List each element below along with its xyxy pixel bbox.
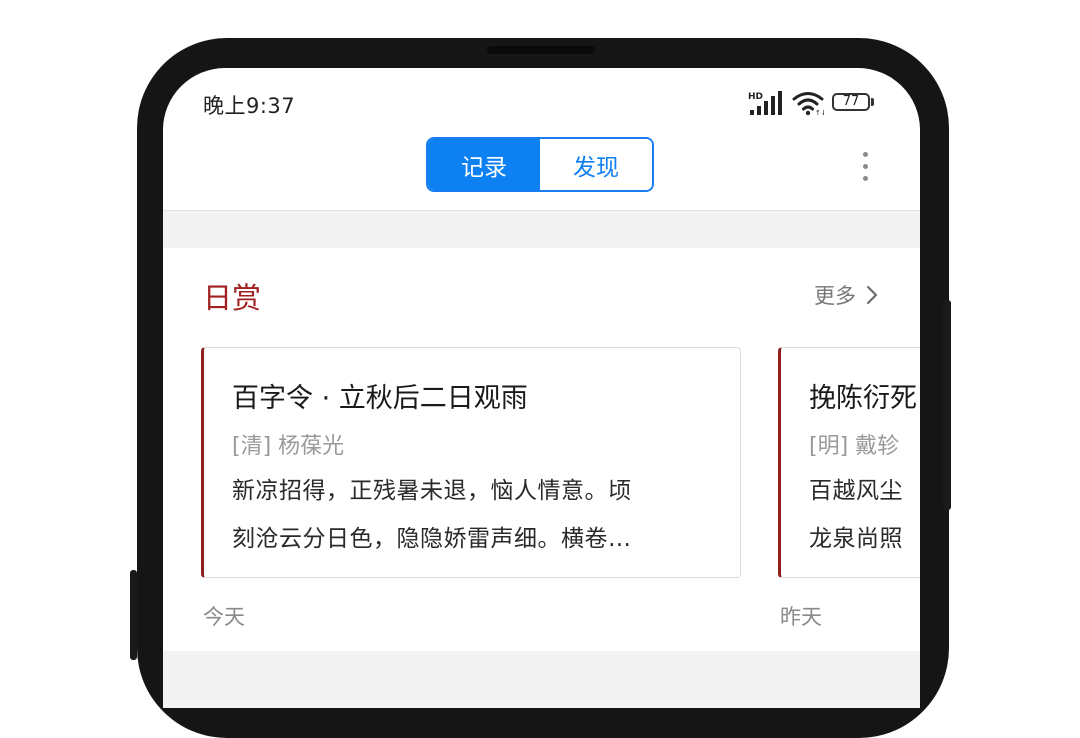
section-separator — [163, 211, 920, 248]
more-link[interactable]: 更多 — [814, 280, 878, 310]
poem-excerpt-line: 新凉招得，正残暑未退，恼人情意。顷 — [232, 478, 632, 504]
poem-excerpt-line: 百越风尘 — [809, 478, 903, 504]
view-switcher: 记录 发现 — [426, 137, 654, 192]
poem-card[interactable]: 百字令 · 立秋后二日观雨 [清] 杨葆光 新凉招得，正残暑未退，恼人情意。顷 … — [201, 347, 741, 578]
poem-card[interactable]: 挽陈衍死 [明] 戴轸 百越风尘 龙泉尚照 — [778, 347, 920, 578]
battery-icon: 77 — [832, 93, 876, 113]
poem-excerpt-line: 龙泉尚照 — [809, 526, 903, 552]
poem-author: [清] 杨葆光 — [232, 434, 345, 459]
poem-title: 百字令 · 立秋后二日观雨 — [232, 383, 528, 414]
battery-level: 77 — [832, 93, 870, 111]
more-label: 更多 — [814, 284, 856, 308]
card-date-label: 昨天 — [780, 605, 822, 629]
section-separator — [163, 651, 920, 708]
phone-notch — [487, 46, 595, 54]
poem-title: 挽陈衍死 — [809, 383, 917, 414]
tab-records[interactable]: 记录 — [428, 139, 540, 190]
more-vertical-icon[interactable] — [855, 150, 875, 184]
status-time: 晚上9:37 — [203, 94, 296, 118]
phone-side-button — [130, 570, 137, 660]
hd-badge: HD — [748, 92, 763, 102]
card-date-label: 今天 — [203, 605, 245, 629]
signal-icon: HD — [748, 91, 782, 115]
chevron-right-icon — [867, 286, 877, 304]
svg-text:↑↓: ↑↓ — [815, 109, 824, 116]
wifi-icon: ↑↓ — [792, 92, 824, 116]
poem-author: [明] 戴轸 — [809, 434, 900, 459]
app-screen: 晚上9:37 HD ↑↓ 77 记录 发现 日赏 更多 百字令 · 立秋后二日观… — [163, 68, 920, 708]
poem-excerpt-line: 刻沧云分日色，隐隐娇雷声细。横卷… — [232, 526, 632, 552]
tab-discover[interactable]: 发现 — [540, 139, 652, 190]
status-icons: HD ↑↓ 77 — [748, 90, 878, 116]
phone-side-button — [943, 300, 951, 510]
section-title: 日赏 — [203, 281, 262, 315]
